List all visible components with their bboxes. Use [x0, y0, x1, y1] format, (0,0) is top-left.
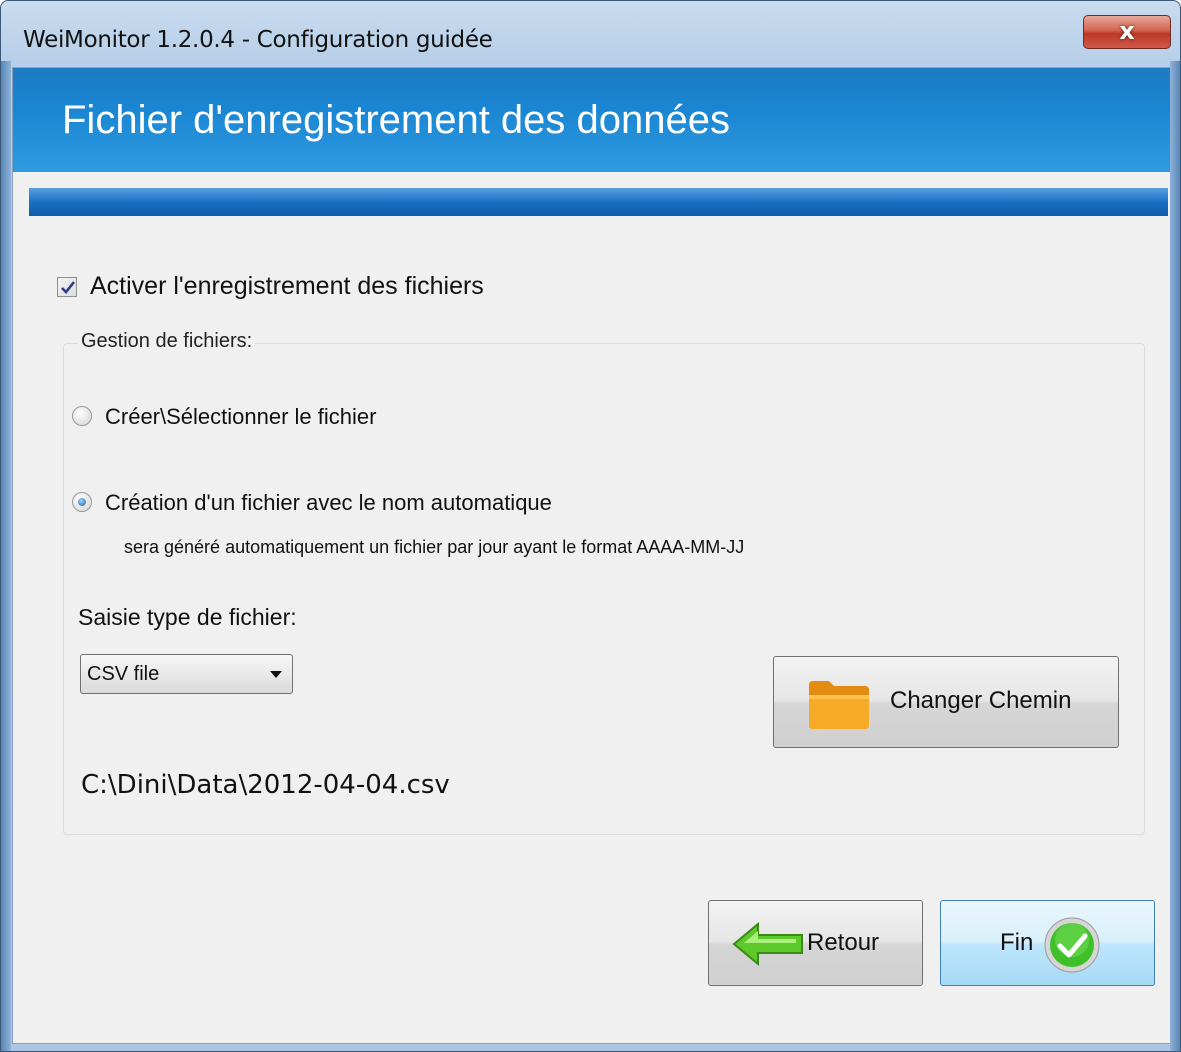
window-title: WeiMonitor 1.2.0.4 - Configuration guidé…	[23, 27, 493, 53]
close-icon: x	[1119, 17, 1135, 45]
radio-auto-name[interactable]	[72, 492, 92, 512]
header-banner: Fichier d'enregistrement des données	[13, 68, 1170, 172]
arrow-left-icon	[732, 921, 803, 967]
title-bar[interactable]: WeiMonitor 1.2.0.4 - Configuration guidé…	[1, 1, 1180, 67]
check-circle-icon	[1044, 917, 1100, 973]
page-title: Fichier d'enregistrement des données	[62, 98, 731, 142]
back-label: Retour	[807, 929, 880, 956]
file-type-value: CSV file	[87, 663, 160, 685]
radio-auto-name-label[interactable]: Création d'un fichier avec le nom automa…	[105, 490, 552, 516]
wizard-window: WeiMonitor 1.2.0.4 - Configuration guidé…	[0, 0, 1181, 1052]
chevron-down-icon	[270, 671, 282, 678]
radio-select-file-label[interactable]: Créer\Sélectionner le fichier	[105, 404, 376, 430]
back-button[interactable]: Retour	[708, 900, 923, 986]
file-path: C:\Dini\Data\2012-04-04.csv	[81, 770, 450, 800]
file-type-select[interactable]: CSV file	[80, 654, 293, 694]
file-type-label: Saisie type de fichier:	[78, 604, 297, 630]
radio-select-file[interactable]	[72, 406, 92, 426]
folder-icon	[809, 681, 869, 729]
file-management-group: Gestion de fichiers: Créer\Sélectionner …	[63, 330, 1145, 835]
header-progress-band	[29, 188, 1168, 216]
checkmark-icon	[61, 281, 76, 294]
change-path-label: Changer Chemin	[890, 687, 1072, 714]
auto-name-hint: sera généré automatiquement un fichier p…	[124, 537, 745, 557]
change-path-button[interactable]: Changer Chemin	[773, 656, 1119, 748]
wizard-content: Fichier d'enregistrement des données Act…	[12, 67, 1171, 1044]
group-legend: Gestion de fichiers:	[78, 330, 256, 353]
enable-recording-checkbox[interactable]	[57, 277, 77, 297]
enable-recording-label: Activer l'enregistrement des fichiers	[90, 272, 484, 300]
close-button[interactable]: x	[1083, 15, 1171, 49]
finish-button[interactable]: Fin	[940, 900, 1155, 986]
finish-label: Fin	[1000, 929, 1034, 956]
radio-selected-dot	[78, 498, 86, 506]
